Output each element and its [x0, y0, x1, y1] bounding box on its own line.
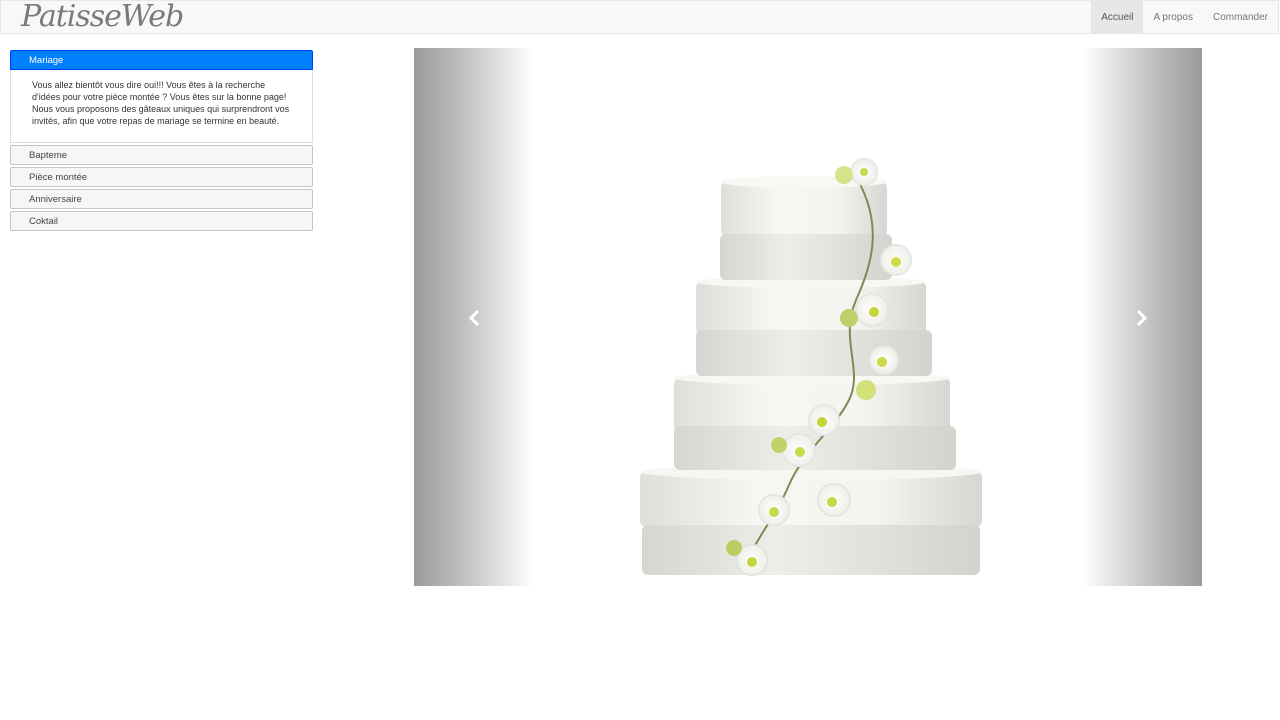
carousel-next-control[interactable]	[1082, 48, 1202, 586]
main-nav: Accueil A propos Commander	[1091, 1, 1278, 34]
accordion-panel-mariage: Vous allez bientôt vous dire oui!!! Vous…	[10, 70, 313, 143]
chevron-right-icon	[1136, 310, 1148, 326]
accordion-header-coktail[interactable]: Coktail	[10, 211, 313, 231]
image-carousel	[414, 48, 1202, 586]
nav-link-accueil[interactable]: Accueil	[1091, 1, 1144, 34]
brand-logo[interactable]: PatisseWeb	[21, 0, 184, 35]
accordion-header-piece-montee[interactable]: Pièce montée	[10, 167, 313, 187]
nav-item-a-propos: A propos	[1143, 1, 1202, 34]
mariage-description: Vous allez bientôt vous dire oui!!! Vous…	[32, 80, 290, 126]
nav-link-a-propos[interactable]: A propos	[1143, 1, 1202, 34]
carousel-prev-control[interactable]	[414, 48, 534, 586]
nav-item-commander: Commander	[1203, 1, 1278, 34]
accordion-header-anniversaire[interactable]: Anniversaire	[10, 189, 313, 209]
top-navbar: PatisseWeb Accueil A propos Commander	[0, 0, 1279, 34]
nav-link-commander[interactable]: Commander	[1203, 1, 1278, 34]
nav-item-accueil: Accueil	[1091, 1, 1144, 34]
category-accordion: Mariage Vous allez bientôt vous dire oui…	[10, 50, 313, 233]
accordion-header-bapteme[interactable]: Bapteme	[10, 145, 313, 165]
accordion-header-mariage[interactable]: Mariage	[10, 50, 313, 70]
wedding-cake-image	[634, 100, 994, 586]
chevron-left-icon	[468, 310, 480, 326]
